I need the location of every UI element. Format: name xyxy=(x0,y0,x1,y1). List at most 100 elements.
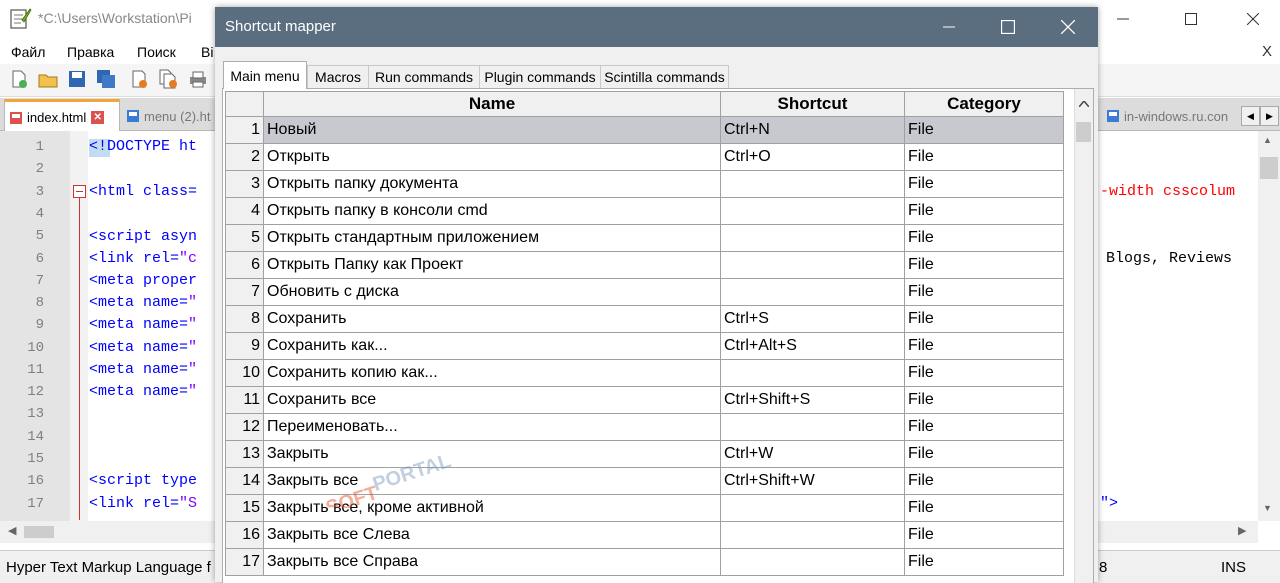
scroll-right-icon[interactable]: ▶ xyxy=(1238,524,1246,537)
category-cell: File xyxy=(904,224,1064,252)
scroll-thumb[interactable] xyxy=(24,526,54,538)
table-row[interactable]: 8 Сохранить Ctrl+S File xyxy=(225,305,1064,333)
tab-close-icon[interactable]: ✕ xyxy=(91,111,105,124)
close-all-icon[interactable] xyxy=(158,69,178,89)
code-line: <meta proper xyxy=(89,272,198,289)
shortcut-grid[interactable]: Name Shortcut Category 1 Новый Ctrl+N File 2… xyxy=(222,88,1094,583)
shortcut-cell xyxy=(720,494,905,522)
close-icon xyxy=(1061,20,1075,34)
line-number: 15 xyxy=(27,451,44,467)
menu-search[interactable]: Поиск xyxy=(137,44,176,60)
category-cell: File xyxy=(904,116,1064,144)
shortcut-cell: Ctrl+Shift+W xyxy=(720,467,905,495)
category-cell: File xyxy=(904,251,1064,279)
table-row[interactable]: 6 Открыть Папку как Проект File xyxy=(225,251,1064,279)
shortcut-cell: Ctrl+N xyxy=(720,116,905,144)
command-name-cell: Открыть папку в консоли cmd xyxy=(263,197,721,225)
tab-macros[interactable]: Macros xyxy=(307,65,369,88)
new-file-icon[interactable] xyxy=(9,69,29,89)
table-row[interactable]: 2 Открыть Ctrl+O File xyxy=(225,143,1064,171)
category-cell: File xyxy=(904,494,1064,522)
scroll-thumb[interactable] xyxy=(1260,157,1278,179)
tab-run-commands[interactable]: Run commands xyxy=(368,65,480,88)
grid-vertical-scrollbar[interactable] xyxy=(1074,89,1093,583)
editor-vertical-scrollbar[interactable]: ▲ ▼ xyxy=(1258,131,1280,521)
tab-scroll-left-icon[interactable]: ◀ xyxy=(1241,106,1260,126)
code-token: <meta name= xyxy=(89,361,189,378)
code-token: <meta name= xyxy=(89,316,189,333)
table-row[interactable]: 7 Обновить с диска File xyxy=(225,278,1064,306)
menu-view[interactable]: Вi xyxy=(201,44,213,60)
minimize-button[interactable] xyxy=(1100,0,1146,38)
file-icon xyxy=(127,110,139,122)
category-cell: File xyxy=(904,413,1064,441)
menu-file[interactable]: Файл xyxy=(11,44,45,60)
line-number: 6 xyxy=(35,251,44,267)
file-icon xyxy=(10,111,22,124)
table-row[interactable]: 9 Сохранить как... Ctrl+Alt+S File xyxy=(225,332,1064,360)
maximize-icon xyxy=(1001,20,1015,34)
minimize-icon xyxy=(1117,18,1129,20)
row-index-cell: 5 xyxy=(225,224,264,252)
dialog-close-button[interactable] xyxy=(1039,7,1097,47)
line-number: 3 xyxy=(35,184,44,200)
tab-index-html[interactable]: index.html ✕ xyxy=(4,99,120,133)
tab-scroll-right-icon[interactable]: ▶ xyxy=(1260,106,1279,126)
tab-label: index.html xyxy=(27,110,87,125)
dialog-maximize-button[interactable] xyxy=(979,7,1037,47)
table-row[interactable]: 3 Открыть папку документа File xyxy=(225,170,1064,198)
fold-line xyxy=(79,198,80,520)
code-line: <!DOCTYPE ht xyxy=(89,138,198,155)
menu-close-document[interactable]: X xyxy=(1262,43,1272,60)
column-header-name[interactable]: Name xyxy=(263,91,721,117)
tab-scintilla-commands[interactable]: Scintilla commands xyxy=(600,65,729,88)
svg-text:SOFT: SOFT xyxy=(323,482,381,508)
table-row[interactable]: 17 Закрыть все Справа File xyxy=(225,548,1064,576)
table-row[interactable]: 4 Открыть папку в консоли cmd File xyxy=(225,197,1064,225)
window-title: *C:\Users\Workstation\Pi xyxy=(38,10,192,26)
command-name-cell: Сохранить все xyxy=(263,386,721,414)
tab-main-menu[interactable]: Main menu xyxy=(223,61,307,89)
tab-plugin-commands[interactable]: Plugin commands xyxy=(479,65,601,88)
fold-toggle-icon[interactable] xyxy=(73,185,86,198)
table-row[interactable]: 12 Переименовать... File xyxy=(225,413,1064,441)
tab-in-windows[interactable]: in-windows.ru.con xyxy=(1102,102,1240,130)
line-number: 16 xyxy=(27,473,44,489)
status-language: Hyper Text Markup Language f xyxy=(6,559,211,576)
scroll-left-icon[interactable]: ◀ xyxy=(8,524,16,537)
code-token: "S xyxy=(179,495,198,512)
column-header-category[interactable]: Category xyxy=(904,91,1064,117)
scroll-up-icon[interactable]: ▲ xyxy=(1263,135,1272,145)
column-header-shortcut[interactable]: Shortcut xyxy=(720,91,905,117)
close-button[interactable] xyxy=(1230,0,1276,38)
row-index-cell: 1 xyxy=(225,116,264,144)
code-token: " xyxy=(188,383,198,400)
close-file-icon[interactable] xyxy=(129,69,149,89)
print-icon[interactable] xyxy=(188,69,208,89)
table-row[interactable]: 5 Открыть стандартным приложением File xyxy=(225,224,1064,252)
maximize-button[interactable] xyxy=(1168,0,1214,38)
shortcut-cell xyxy=(720,251,905,279)
line-number: 1 xyxy=(35,139,44,155)
row-index-cell: 17 xyxy=(225,548,264,576)
open-file-icon[interactable] xyxy=(38,69,58,89)
menu-edit[interactable]: Правка xyxy=(67,44,114,60)
save-all-icon[interactable] xyxy=(96,69,116,89)
save-icon[interactable] xyxy=(67,69,87,89)
row-index-cell: 8 xyxy=(225,305,264,333)
shortcut-cell xyxy=(720,197,905,225)
line-number: 17 xyxy=(27,496,44,512)
shortcut-cell: Ctrl+Alt+S xyxy=(720,332,905,360)
dialog-minimize-button[interactable] xyxy=(920,7,978,47)
column-header-index[interactable] xyxy=(225,91,264,117)
tab-label: in-windows.ru.con xyxy=(1124,108,1229,124)
scroll-down-icon[interactable]: ▼ xyxy=(1263,503,1272,513)
tab-menu-html[interactable]: menu (2).ht xyxy=(122,102,217,130)
category-cell: File xyxy=(904,386,1064,414)
table-row[interactable]: 10 Сохранить копию как... File xyxy=(225,359,1064,387)
table-row[interactable]: 1 Новый Ctrl+N File xyxy=(225,116,1064,144)
scroll-up-icon[interactable] xyxy=(1074,94,1093,114)
table-row[interactable]: 11 Сохранить все Ctrl+Shift+S File xyxy=(225,386,1064,414)
scroll-thumb[interactable] xyxy=(1076,122,1091,142)
table-row[interactable]: 16 Закрыть все Слева File xyxy=(225,521,1064,549)
